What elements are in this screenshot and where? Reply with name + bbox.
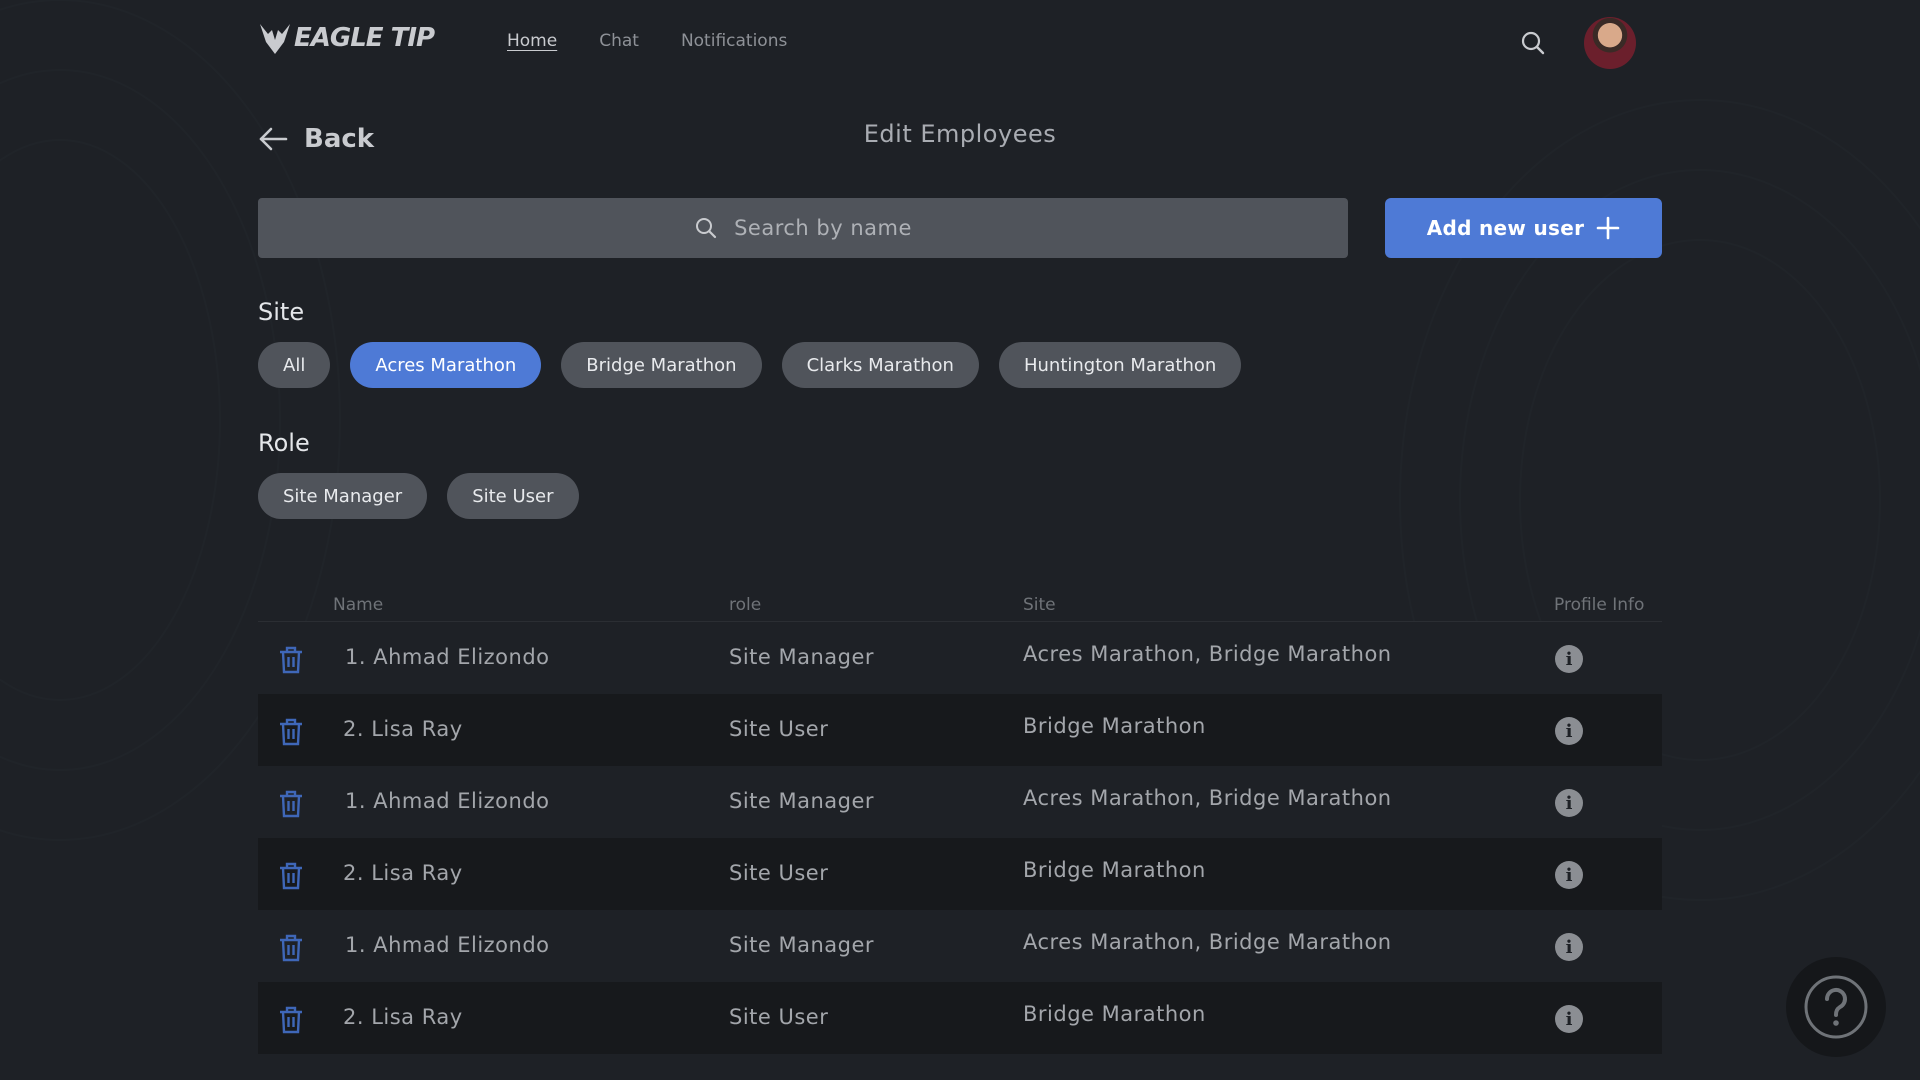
role-chip-site-user[interactable]: Site User: [447, 473, 579, 519]
column-header-site: Site: [1023, 595, 1056, 615]
search-icon: [696, 218, 717, 239]
employee-site: Bridge Marathon: [1023, 714, 1206, 738]
employees-table: Name role Site Profile Info 1. Ahmad Eli…: [258, 590, 1662, 1054]
trash-icon[interactable]: [278, 862, 304, 890]
employee-role: Site Manager: [729, 789, 875, 813]
page-title: Edit Employees: [863, 120, 1057, 148]
employee-name: 2. Lisa Ray: [343, 717, 463, 741]
help-icon: [1804, 975, 1868, 1039]
back-label: Back: [304, 124, 375, 154]
column-header-profile-info: Profile Info: [1554, 595, 1645, 615]
trash-icon[interactable]: [278, 718, 304, 746]
site-filter-chips: All Acres Marathon Bridge Marathon Clark…: [258, 342, 1242, 388]
employee-role: Site User: [729, 1005, 829, 1029]
table-row: 2. Lisa Ray Site User Bridge Marathon i: [258, 694, 1662, 766]
column-header-name: Name: [333, 595, 384, 615]
table-row: 1. Ahmad Elizondo Site Manager Acres Mar…: [258, 910, 1662, 982]
info-icon[interactable]: i: [1555, 861, 1583, 889]
nav-link-chat[interactable]: Chat: [599, 31, 639, 51]
site-chip-clarks-marathon[interactable]: Clarks Marathon: [781, 342, 979, 388]
table-row: 1. Ahmad Elizondo Site Manager Acres Mar…: [258, 766, 1662, 838]
employee-site: Acres Marathon, Bridge Marathon: [1023, 786, 1392, 810]
trash-icon[interactable]: [278, 1006, 304, 1034]
help-button[interactable]: [1786, 957, 1886, 1057]
site-chip-bridge-marathon[interactable]: Bridge Marathon: [561, 342, 762, 388]
employee-site: Bridge Marathon: [1023, 1002, 1206, 1026]
arrow-left-icon: [259, 127, 288, 151]
search-input[interactable]: Search by name: [258, 198, 1348, 258]
table-row: 2. Lisa Ray Site User Bridge Marathon i: [258, 982, 1662, 1054]
role-chip-site-manager[interactable]: Site Manager: [258, 473, 428, 519]
info-icon[interactable]: i: [1555, 717, 1583, 745]
role-filter-chips: Site Manager Site User: [258, 473, 579, 519]
table-row: 1. Ahmad Elizondo Site Manager Acres Mar…: [258, 622, 1662, 694]
search-placeholder: Search by name: [734, 216, 912, 240]
trash-icon[interactable]: [278, 790, 304, 818]
employee-site: Acres Marathon, Bridge Marathon: [1023, 642, 1392, 666]
site-filter-label: Site: [258, 298, 305, 326]
trash-icon[interactable]: [278, 934, 304, 962]
employee-name: 2. Lisa Ray: [343, 1005, 463, 1029]
site-chip-all[interactable]: All: [258, 342, 331, 388]
add-user-label: Add new user: [1426, 216, 1585, 240]
info-icon[interactable]: i: [1555, 1005, 1583, 1033]
table-row: 2. Lisa Ray Site User Bridge Marathon i: [258, 838, 1662, 910]
back-button[interactable]: Back: [258, 124, 374, 154]
brand-logo[interactable]: EAGLE TIP: [258, 18, 435, 58]
employee-role: Site User: [729, 861, 829, 885]
info-icon[interactable]: i: [1555, 933, 1583, 961]
employee-site: Acres Marathon, Bridge Marathon: [1023, 930, 1392, 954]
nav-link-home[interactable]: Home: [507, 31, 557, 51]
employee-site: Bridge Marathon: [1023, 858, 1206, 882]
plus-icon: [1596, 216, 1620, 240]
info-icon[interactable]: i: [1555, 789, 1583, 817]
column-header-role: role: [729, 595, 762, 615]
brand-name: EAGLE TIP: [294, 23, 435, 53]
info-icon[interactable]: i: [1555, 645, 1583, 673]
nav-link-notifications[interactable]: Notifications: [681, 31, 787, 51]
employee-role: Site Manager: [729, 933, 875, 957]
employee-name: 1. Ahmad Elizondo: [345, 789, 550, 813]
user-avatar[interactable]: [1584, 17, 1636, 69]
employee-role: Site Manager: [729, 645, 875, 669]
top-nav: EAGLE TIP Home Chat Notifications: [258, 0, 1662, 86]
eagle-logo-icon: [260, 24, 290, 54]
employee-role: Site User: [729, 717, 829, 741]
page: EAGLE TIP Home Chat Notifications Edit E…: [258, 0, 1662, 1080]
site-chip-huntington-marathon[interactable]: Huntington Marathon: [998, 342, 1242, 388]
role-filter-label: Role: [258, 429, 310, 457]
employee-name: 1. Ahmad Elizondo: [345, 933, 550, 957]
add-user-button[interactable]: Add new user: [1385, 198, 1662, 258]
employee-name: 2. Lisa Ray: [343, 861, 463, 885]
nav-links: Home Chat Notifications: [507, 31, 829, 51]
table-header: Name role Site Profile Info: [258, 590, 1662, 622]
employee-name: 1. Ahmad Elizondo: [345, 645, 550, 669]
search-icon[interactable]: [1520, 30, 1546, 56]
site-chip-acres-marathon[interactable]: Acres Marathon: [350, 342, 542, 388]
trash-icon[interactable]: [278, 646, 304, 674]
